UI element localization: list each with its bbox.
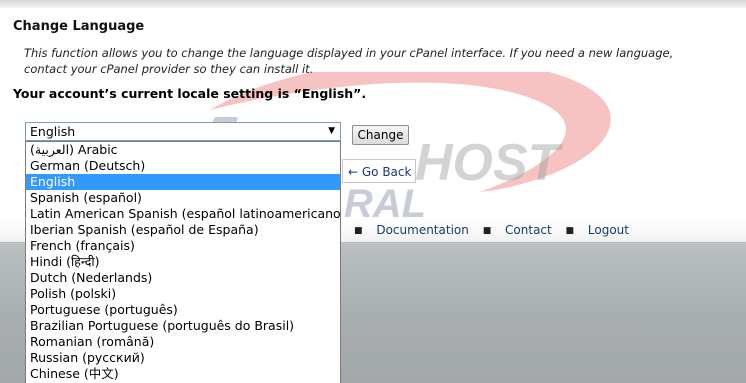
- language-option[interactable]: Polish (polski): [26, 286, 340, 302]
- language-option[interactable]: Iberian Spanish (español de España): [26, 222, 340, 238]
- page-title: Change Language: [13, 19, 145, 34]
- language-option[interactable]: (العربية) Arabic: [26, 142, 340, 158]
- language-option[interactable]: French (français): [26, 238, 340, 254]
- footer-link-contact[interactable]: Contact: [505, 223, 552, 237]
- go-back-link[interactable]: ← Go Back: [342, 159, 416, 183]
- language-dropdown-list[interactable]: (العربية) Arabic German (Deutsch) English S…: [25, 141, 341, 383]
- language-select-value: English: [30, 124, 76, 139]
- footer-link-logout[interactable]: Logout: [588, 223, 629, 237]
- footer-links: ■ Documentation ■ Contact ■ Logout: [352, 223, 637, 237]
- page-description: This function allows you to change the l…: [24, 46, 674, 76]
- language-option[interactable]: Romanian (română): [26, 334, 340, 350]
- language-option[interactable]: Brazilian Portuguese (português do Brasi…: [26, 318, 340, 334]
- top-border: [0, 0, 746, 8]
- current-locale-text: Your account’s current locale setting is…: [13, 86, 367, 101]
- language-option[interactable]: English: [26, 174, 340, 190]
- language-select[interactable]: English ▼: [25, 122, 341, 141]
- chevron-down-icon[interactable]: ▼: [328, 123, 335, 140]
- change-button[interactable]: Change: [352, 125, 409, 145]
- language-option[interactable]: Chinese (中文): [26, 366, 340, 382]
- footer-link-documentation[interactable]: Documentation: [376, 223, 469, 237]
- language-option[interactable]: Hindi (हिन्दी): [26, 254, 340, 270]
- language-option[interactable]: Russian (русский): [26, 350, 340, 366]
- language-option[interactable]: Portuguese (português): [26, 302, 340, 318]
- watermark-host-text: HOST: [415, 134, 564, 192]
- bullet-separator: ■: [565, 226, 575, 236]
- bullet-separator: ■: [482, 226, 492, 236]
- language-option[interactable]: Spanish (español): [26, 190, 340, 206]
- bullet-separator: ■: [354, 226, 363, 236]
- language-option[interactable]: Dutch (Nederlands): [26, 270, 340, 286]
- language-option[interactable]: German (Deutsch): [26, 158, 340, 174]
- language-option[interactable]: Latin American Spanish (español latinoam…: [26, 206, 340, 222]
